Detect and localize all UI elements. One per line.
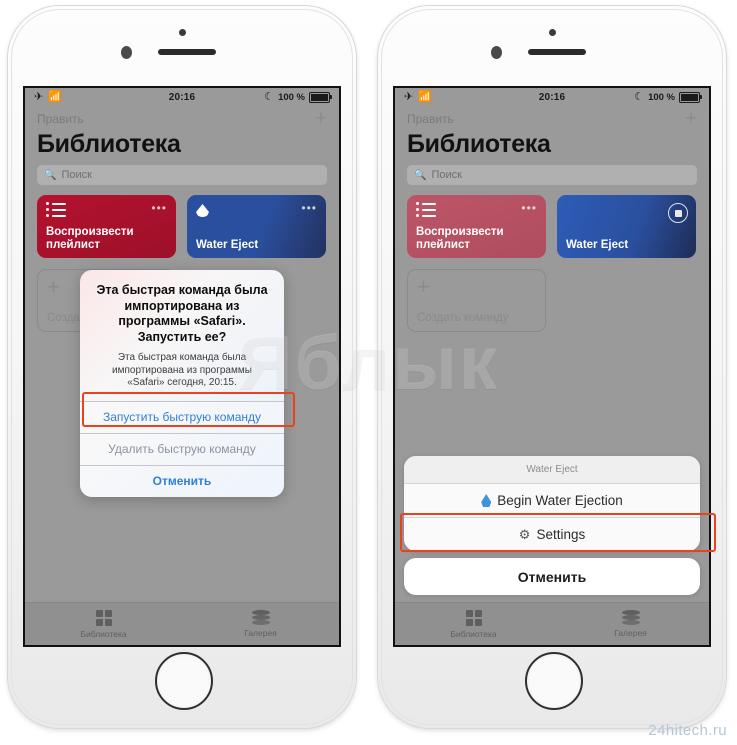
begin-water-ejection-button[interactable]: Begin Water Ejection bbox=[404, 484, 700, 517]
home-button[interactable] bbox=[155, 652, 213, 710]
import-shortcut-alert: Эта быстрая команда была импортирована и… bbox=[80, 270, 284, 497]
card-label: Воспроизвести плейлист bbox=[46, 226, 134, 251]
page-title: Библиотека bbox=[407, 130, 551, 158]
card-label: Создать команду bbox=[417, 312, 509, 324]
shortcut-card-playlist[interactable]: ••• Воспроизвести плейлист bbox=[37, 195, 176, 258]
nav-row: Править + bbox=[25, 107, 339, 129]
tab-gallery[interactable]: Галерея bbox=[182, 603, 339, 645]
tab-label: Библиотека bbox=[80, 628, 127, 639]
screen-left: ✈ 📶 20:16 ☾ 100 % Править + Библиотека 🔍… bbox=[25, 88, 339, 645]
card-label: Воспроизвести плейлист bbox=[416, 226, 504, 251]
search-placeholder: Поиск bbox=[61, 169, 92, 181]
tab-label: Галерея bbox=[244, 628, 277, 638]
edit-button[interactable]: Править bbox=[407, 112, 454, 126]
add-shortcut-button[interactable]: + bbox=[685, 108, 697, 129]
status-bar: ✈ 📶 20:16 ☾ 100 % bbox=[395, 88, 709, 107]
earpiece-speaker bbox=[158, 49, 216, 55]
water-drop-icon bbox=[481, 494, 491, 507]
grid-icon bbox=[465, 609, 482, 626]
layers-icon bbox=[621, 610, 640, 625]
phone-right: ✈ 📶 20:16 ☾ 100 % Править + Библиотека 🔍… bbox=[378, 6, 726, 728]
water-drop-icon bbox=[196, 202, 209, 219]
action-label: Begin Water Ejection bbox=[497, 493, 623, 508]
list-icon bbox=[46, 202, 167, 217]
front-camera-icon bbox=[121, 46, 132, 59]
alert-message: Эта быстрая команда была импортирована и… bbox=[112, 352, 252, 388]
search-placeholder: Поиск bbox=[431, 169, 462, 181]
run-shortcut-button[interactable]: Запустить быструю команду bbox=[80, 401, 284, 433]
tab-label: Галерея bbox=[614, 628, 647, 638]
battery-icon bbox=[679, 92, 702, 103]
edit-button[interactable]: Править bbox=[37, 112, 84, 126]
front-camera-icon bbox=[491, 46, 502, 59]
status-time: 20:16 bbox=[538, 92, 566, 103]
search-icon: 🔍 bbox=[414, 169, 427, 181]
nav-row: Править + bbox=[395, 107, 709, 129]
settings-button[interactable]: ⚙ Settings bbox=[404, 517, 700, 551]
alert-title: Эта быстрая команда была импортирована и… bbox=[96, 283, 268, 344]
search-input[interactable]: 🔍 Поиск bbox=[407, 165, 697, 185]
shortcut-card-water-eject[interactable]: Water Eject bbox=[557, 195, 696, 258]
grid-icon bbox=[95, 609, 112, 626]
tab-bar: Библиотека Галерея bbox=[25, 602, 339, 645]
card-label: Water Eject bbox=[566, 239, 629, 251]
action-sheet-group: Water Eject Begin Water Ejection ⚙ Setti… bbox=[404, 456, 700, 551]
status-time: 20:16 bbox=[168, 92, 196, 103]
gear-icon: ⚙ bbox=[518, 527, 531, 542]
cancel-button[interactable]: Отменить bbox=[80, 464, 284, 497]
proximity-sensor-icon bbox=[548, 29, 556, 36]
card-label: Water Eject bbox=[196, 239, 259, 251]
card-menu-button[interactable]: ••• bbox=[151, 202, 167, 214]
action-sheet-title: Water Eject bbox=[404, 456, 700, 484]
tab-library[interactable]: Библиотека bbox=[25, 603, 182, 645]
layers-icon bbox=[251, 610, 270, 625]
home-button[interactable] bbox=[525, 652, 583, 710]
tab-gallery[interactable]: Галерея bbox=[552, 603, 709, 645]
alert-actions: Запустить быструю команду Удалить быстру… bbox=[80, 400, 284, 497]
water-eject-action-sheet: Water Eject Begin Water Ejection ⚙ Setti… bbox=[404, 456, 700, 595]
screen-right: ✈ 📶 20:16 ☾ 100 % Править + Библиотека 🔍… bbox=[395, 88, 709, 645]
shortcuts-grid: ••• Воспроизвести плейлист Water Eject +… bbox=[395, 195, 709, 332]
stop-button-icon[interactable] bbox=[668, 203, 688, 223]
tab-bar: Библиотека Галерея bbox=[395, 602, 709, 645]
search-input[interactable]: 🔍 Поиск bbox=[37, 165, 327, 185]
search-icon: 🔍 bbox=[44, 169, 57, 181]
earpiece-speaker bbox=[528, 49, 586, 55]
add-shortcut-button[interactable]: + bbox=[315, 108, 327, 129]
tab-library[interactable]: Библиотека bbox=[395, 603, 552, 645]
cancel-button[interactable]: Отменить bbox=[404, 558, 700, 595]
battery-icon bbox=[309, 92, 332, 103]
status-bar: ✈ 📶 20:16 ☾ 100 % bbox=[25, 88, 339, 107]
alert-body: Эта быстрая команда была импортирована и… bbox=[80, 270, 284, 401]
shortcut-card-water-eject[interactable]: ••• Water Eject bbox=[187, 195, 326, 258]
delete-shortcut-button[interactable]: Удалить быструю команду bbox=[80, 432, 284, 465]
card-menu-button[interactable]: ••• bbox=[301, 202, 317, 214]
tab-label: Библиотека bbox=[450, 628, 497, 639]
plus-icon: + bbox=[417, 274, 430, 299]
shortcut-card-playlist[interactable]: ••• Воспроизвести плейлист bbox=[407, 195, 546, 258]
action-label: Settings bbox=[536, 527, 586, 542]
page-title: Библиотека bbox=[37, 130, 181, 158]
create-shortcut-card[interactable]: + Создать команду bbox=[407, 269, 546, 332]
phone-left: ✈ 📶 20:16 ☾ 100 % Править + Библиотека 🔍… bbox=[8, 6, 356, 728]
list-icon bbox=[416, 202, 537, 217]
screenshot-stage: ✈ 📶 20:16 ☾ 100 % Править + Библиотека 🔍… bbox=[0, 0, 737, 745]
card-menu-button[interactable]: ••• bbox=[521, 202, 537, 214]
proximity-sensor-icon bbox=[178, 29, 186, 36]
